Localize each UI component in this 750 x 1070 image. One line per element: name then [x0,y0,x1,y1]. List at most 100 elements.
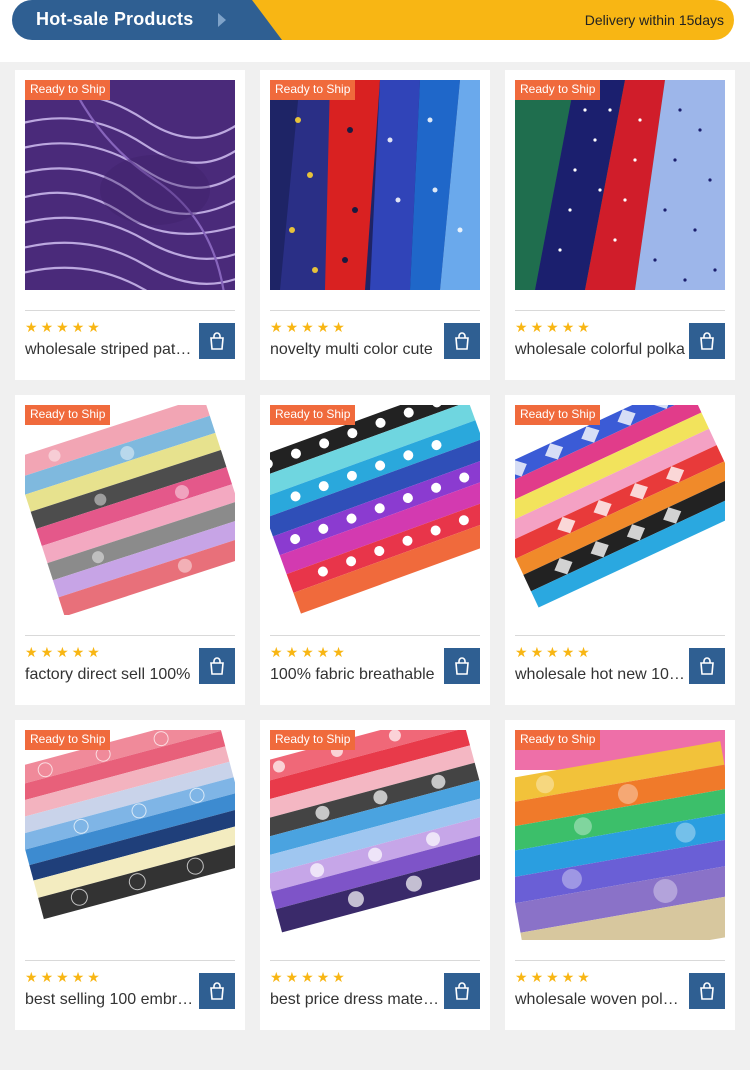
star-icon: ★ [530,644,544,660]
star-icon: ★ [71,969,85,985]
ready-to-ship-badge: Ready to Ship [515,730,601,750]
star-icon: ★ [561,644,575,660]
section-title: Hot-sale Products [36,9,194,29]
ready-to-ship-badge: Ready to Ship [270,730,356,750]
product-card[interactable]: Ready to Ship ★ ★ ★ ★ ★ 100% fabric breathab… [260,395,490,705]
product-image[interactable]: Ready to Ship [25,80,235,290]
product-title[interactable]: wholesale colorful polka [515,341,685,359]
add-to-cart-button[interactable] [199,973,235,1009]
star-icon: ★ [40,319,54,335]
shopping-bag-icon [210,982,224,1000]
product-title[interactable]: wholesale hot new 100% [515,666,685,684]
product-card[interactable]: Ready to Ship ★ ★ ★ ★ ★ best price dress mat… [260,720,490,1030]
product-title[interactable]: factory direct sell 100% [25,666,195,684]
star-icon: ★ [285,644,299,660]
star-icon: ★ [301,969,314,985]
star-icon: ★ [577,969,590,985]
star-icon: ★ [71,319,85,335]
product-card[interactable]: Ready to Ship ★ ★ ★ ★ ★ wholesale colorful p… [505,70,735,380]
rating-stars: ★ ★ ★ ★ ★ [25,645,100,659]
star-icon: ★ [87,644,100,660]
ready-to-ship-badge: Ready to Ship [270,405,356,425]
product-title[interactable]: wholesale striped pattern [25,341,195,359]
add-to-cart-button[interactable] [444,648,480,684]
divider [25,310,235,311]
star-icon: ★ [515,644,528,660]
ready-to-ship-badge: Ready to Ship [270,80,356,100]
product-image[interactable]: Ready to Ship [270,80,480,290]
product-image[interactable]: Ready to Ship [515,80,725,290]
star-icon: ★ [87,319,100,335]
divider [515,960,725,961]
star-icon: ★ [270,319,283,335]
ready-to-ship-badge: Ready to Ship [25,730,111,750]
product-title[interactable]: novelty multi color cute [270,341,440,359]
ready-to-ship-badge: Ready to Ship [25,80,111,100]
star-icon: ★ [515,969,528,985]
star-icon: ★ [316,969,330,985]
product-card[interactable]: Ready to Ship ★ ★ ★ ★ ★ wholesale woven poly… [505,720,735,1030]
star-icon: ★ [270,969,283,985]
delivery-text: Delivery within 15days [584,12,724,28]
star-icon: ★ [332,644,345,660]
star-icon: ★ [40,969,54,985]
star-icon: ★ [530,969,544,985]
product-card[interactable]: Ready to Ship ★ ★ ★ ★ ★ factory direct sell … [15,395,245,705]
star-icon: ★ [56,969,69,985]
star-icon: ★ [332,969,345,985]
product-image[interactable]: Ready to Ship [25,405,235,615]
top-bar: Delivery within 15days Hot-sale Products [0,0,750,62]
star-icon: ★ [561,969,575,985]
rating-stars: ★ ★ ★ ★ ★ [515,320,590,334]
divider [25,635,235,636]
shopping-bag-icon [210,332,224,350]
star-icon: ★ [561,319,575,335]
ready-to-ship-badge: Ready to Ship [515,80,601,100]
star-icon: ★ [40,644,54,660]
star-icon: ★ [301,644,314,660]
shopping-bag-icon [455,982,469,1000]
hot-sale-banner: Delivery within 15days Hot-sale Products [12,0,734,40]
shopping-bag-icon [700,982,714,1000]
star-icon: ★ [530,319,544,335]
star-icon: ★ [25,644,38,660]
add-to-cart-button[interactable] [444,973,480,1009]
star-icon: ★ [546,319,559,335]
product-image[interactable]: Ready to Ship [515,405,725,615]
product-title[interactable]: 100% fabric breathable [270,666,440,684]
star-icon: ★ [515,319,528,335]
star-icon: ★ [546,644,559,660]
product-image[interactable]: Ready to Ship [270,730,480,940]
add-to-cart-button[interactable] [444,323,480,359]
add-to-cart-button[interactable] [199,648,235,684]
shopping-bag-icon [455,332,469,350]
product-title[interactable]: best price dress material [270,991,440,1009]
star-icon: ★ [577,319,590,335]
add-to-cart-button[interactable] [689,648,725,684]
star-icon: ★ [56,319,69,335]
rating-stars: ★ ★ ★ ★ ★ [270,645,345,659]
product-image[interactable]: Ready to Ship [25,730,235,940]
product-card[interactable]: Ready to Ship ★ ★ ★ ★ ★ best selling 100 emb… [15,720,245,1030]
product-image[interactable]: Ready to Ship [515,730,725,940]
shopping-bag-icon [455,657,469,675]
divider [515,310,725,311]
product-card[interactable]: Ready to Ship ★ ★ ★ ★ ★ wholesale hot new 10… [505,395,735,705]
ready-to-ship-badge: Ready to Ship [25,405,111,425]
product-image[interactable]: Ready to Ship [270,405,480,615]
star-icon: ★ [285,319,299,335]
product-title[interactable]: wholesale woven polyester [515,991,685,1009]
add-to-cart-button[interactable] [689,323,725,359]
product-card[interactable]: Ready to Ship ★ ★ ★ ★ ★ novelty multi color … [260,70,490,380]
product-card[interactable]: Ready to Ship ★ ★ ★ ★ ★ wholesale striped pa… [15,70,245,380]
add-to-cart-button[interactable] [689,973,725,1009]
star-icon: ★ [316,319,330,335]
star-icon: ★ [56,644,69,660]
shopping-bag-icon [700,332,714,350]
add-to-cart-button[interactable] [199,323,235,359]
star-icon: ★ [25,319,38,335]
rating-stars: ★ ★ ★ ★ ★ [25,320,100,334]
star-icon: ★ [301,319,314,335]
star-icon: ★ [270,644,283,660]
product-title[interactable]: best selling 100 embroidery [25,991,195,1009]
